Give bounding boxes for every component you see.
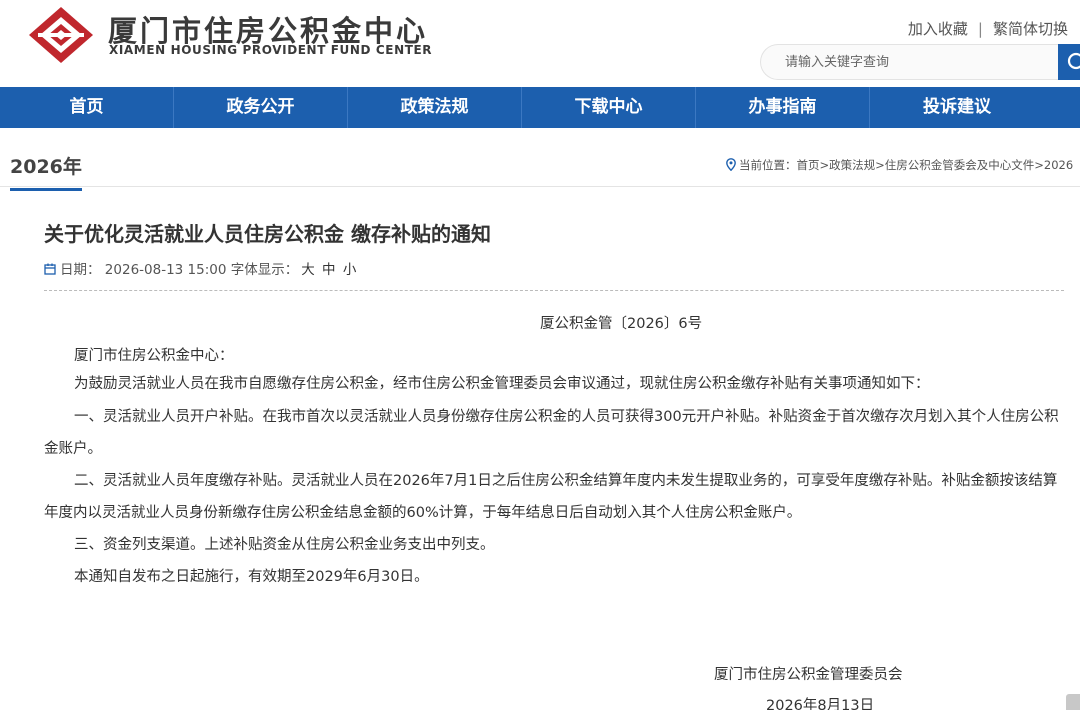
- font-size-label: 字体显示：: [230, 262, 299, 278]
- year-tab[interactable]: 2026年: [10, 152, 82, 191]
- breadcrumb-prefix: 当前位置：: [739, 158, 797, 172]
- signature-date: 2026年8月13日: [766, 698, 875, 710]
- breadcrumb-home[interactable]: 首页: [797, 158, 820, 172]
- breadcrumb: 当前位置：首页>政策法规>住房公积金管委会及中心文件>2026: [726, 157, 1073, 173]
- site-subtitle: XIAMEN HOUSING PROVIDENT FUND CENTER: [109, 43, 433, 57]
- paragraph-effective: 本通知自发布之日起施行，有效期至2029年6月30日。: [44, 561, 1064, 593]
- document-number: 厦公积金管〔2026〕6号: [540, 316, 703, 332]
- font-size-small-button[interactable]: 小: [343, 262, 357, 278]
- nav-item-policies[interactable]: 政策法规: [348, 87, 522, 128]
- nav-item-government-affairs[interactable]: 政务公开: [174, 87, 348, 128]
- signature-organization: 厦门市住房公积金管理委员会: [714, 667, 903, 683]
- housing-fund-logo-icon[interactable]: [28, 6, 94, 64]
- paragraph-intro: 为鼓励灵活就业人员在我市自愿缴存住房公积金，经市住房公积金管理委员会审议通过，现…: [44, 368, 1064, 400]
- paragraph-text: 为鼓励灵活就业人员在我市自愿缴存住房公积金，经市住房公积金管理委员会审议通过，现…: [74, 376, 930, 392]
- location-pin-icon: [726, 158, 736, 171]
- add-favorite-link[interactable]: 加入收藏: [908, 20, 968, 38]
- paragraph-text: 三、资金列支渠道。上述补贴资金从住房公积金业务支出中列支。: [74, 537, 495, 553]
- calendar-icon: [44, 263, 56, 275]
- main-nav: 首页 政务公开 政策法规 下载中心 办事指南 投诉建议: [0, 87, 1080, 128]
- breadcrumb-committee-files[interactable]: 住房公积金管委会及中心文件: [885, 158, 1035, 172]
- search-input[interactable]: [760, 44, 1060, 80]
- nav-item-service-guide[interactable]: 办事指南: [696, 87, 870, 128]
- breadcrumb-year[interactable]: 2026: [1044, 158, 1073, 172]
- font-size-medium-button[interactable]: 中: [322, 262, 336, 278]
- search-icon: [1067, 52, 1080, 70]
- article-meta: 日期： 2026-08-13 15:00 字体显示：大 中 小: [44, 258, 356, 278]
- back-to-top-button[interactable]: [1066, 694, 1080, 710]
- date-label: 日期：: [60, 262, 101, 278]
- section-header: 2026年 当前位置：首页>政策法规>住房公积金管委会及中心文件>2026: [0, 128, 1080, 191]
- top-links: 加入收藏 | 繁简体切换: [908, 18, 1068, 39]
- paragraph-text: 本通知自发布之日起施行，有效期至2029年6月30日。: [74, 569, 429, 585]
- divider: [44, 290, 1064, 291]
- paragraph-text: 二、灵活就业人员年度缴存补贴。灵活就业人员在2026年7月1日之后住房公积金结算…: [44, 473, 1058, 521]
- paragraph-text: 厦门市住房公积金中心：: [74, 348, 234, 364]
- breadcrumb-policies[interactable]: 政策法规: [829, 158, 875, 172]
- nav-item-complaints[interactable]: 投诉建议: [870, 87, 1080, 128]
- paragraph-item-1: 一、灵活就业人员开户补贴。在我市首次以灵活就业人员身份缴存住房公积金的人员可获得…: [44, 401, 1064, 465]
- language-toggle-link[interactable]: 繁简体切换: [993, 20, 1068, 38]
- nav-item-downloads[interactable]: 下载中心: [522, 87, 696, 128]
- top-links-separator: |: [977, 20, 983, 38]
- nav-item-home[interactable]: 首页: [0, 87, 174, 128]
- site-header: 厦门市住房公积金中心 XIAMEN HOUSING PROVIDENT FUND…: [0, 0, 1080, 87]
- search-button[interactable]: [1058, 44, 1080, 80]
- paragraph-text: 一、灵活就业人员开户补贴。在我市首次以灵活就业人员身份缴存住房公积金的人员可获得…: [44, 409, 1059, 457]
- font-size-large-button[interactable]: 大: [301, 262, 315, 278]
- paragraph-item-3: 三、资金列支渠道。上述补贴资金从住房公积金业务支出中列支。: [44, 529, 1064, 561]
- date-value: 2026-08-13 15:00: [104, 262, 227, 278]
- paragraph-item-2: 二、灵活就业人员年度缴存补贴。灵活就业人员在2026年7月1日之后住房公积金结算…: [44, 465, 1064, 529]
- article-title: 关于优化灵活就业人员住房公积金 缴存补贴的通知: [44, 222, 491, 246]
- search-box: [760, 44, 1080, 80]
